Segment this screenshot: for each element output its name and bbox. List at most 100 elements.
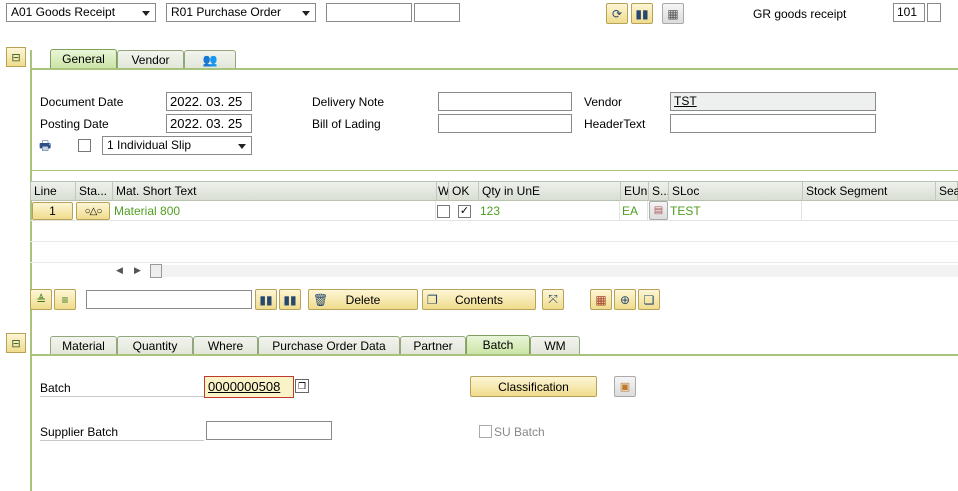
find-button[interactable]: ▮▮ (631, 3, 653, 24)
collapse-all-button[interactable]: ≡ (54, 289, 76, 310)
reference-dropdown[interactable]: R01 Purchase Order (166, 3, 316, 22)
column-header-line[interactable]: Line (31, 182, 76, 201)
document-date-input[interactable]: 2022. 03. 25 (166, 92, 252, 111)
delivery-note-input[interactable] (438, 92, 572, 111)
classification-button[interactable]: Classification (470, 376, 597, 397)
column-header-unit[interactable]: EUn (621, 182, 649, 201)
action-dropdown[interactable]: A01 Goods Receipt (6, 3, 156, 22)
add-item-button[interactable]: ⊕ (614, 289, 636, 310)
print-checkbox[interactable] (78, 139, 91, 152)
scrollbar-thumb[interactable] (150, 264, 162, 278)
execute-button[interactable]: ⟳ (606, 3, 628, 24)
warehouse-icon: ▦ (595, 292, 607, 307)
slip-dropdown[interactable]: 1 Individual Slip (102, 136, 252, 155)
column-header-w[interactable]: W (437, 182, 449, 201)
bill-of-lading-input[interactable] (438, 114, 572, 133)
action-value: A01 Goods Receipt (11, 5, 116, 19)
expand-detail-button[interactable]: ⊟ (6, 333, 26, 353)
header-text-input[interactable] (670, 114, 876, 133)
detail-tab-underline (30, 354, 958, 356)
supplier-batch-input[interactable] (206, 421, 332, 440)
column-header-material-text[interactable]: Mat. Short Text (113, 182, 437, 201)
tab-vendor[interactable]: Vendor (117, 50, 184, 69)
contents-label: Contents (454, 292, 504, 307)
reference-value: R01 Purchase Order (171, 5, 282, 19)
sloc-cell[interactable]: TEST (668, 201, 802, 221)
find-next-button[interactable]: ▮▮ (279, 289, 301, 310)
printer-icon[interactable]: 🖶 (39, 137, 57, 153)
column-header-status[interactable]: Sta... (76, 182, 113, 201)
table-row (30, 221, 958, 242)
posting-date-input[interactable]: 2022. 03. 25 (166, 114, 252, 133)
item-search-input[interactable] (86, 290, 252, 309)
scroll-left-icon[interactable]: ◀ (116, 265, 123, 276)
supplier-batch-label-underline (40, 440, 204, 441)
tab-wm[interactable]: WM (530, 336, 580, 355)
traffic-light-icon: ○△○ (84, 205, 103, 217)
su-batch-checkbox[interactable] (479, 425, 492, 438)
header-panel-bottom (30, 170, 958, 171)
reference-item-input[interactable] (414, 3, 460, 22)
movement-type-extra-input[interactable] (927, 3, 941, 22)
column-header-ok[interactable]: OK (449, 182, 479, 201)
expand-icon: ≜ (35, 292, 47, 307)
expand-all-button[interactable]: ≜ (30, 289, 52, 310)
batch-details-button[interactable]: ▣ (614, 376, 636, 397)
scroll-right-icon[interactable]: ▶ (134, 265, 141, 276)
collapse-all-icon: ≡ (61, 292, 69, 307)
batch-input[interactable]: 0000000508 (204, 376, 294, 398)
column-header-sloc[interactable]: SLoc (669, 182, 803, 201)
batch-label-underline (40, 396, 204, 397)
slip-value: 1 Individual Slip (107, 138, 192, 152)
chevron-down-icon (142, 11, 150, 16)
delete-button[interactable]: 🗑 Delete (308, 289, 418, 310)
collapse-icon: ⊟ (11, 51, 21, 64)
header-tab-underline (30, 68, 958, 70)
contents-button[interactable]: ❐ Contents (422, 289, 536, 310)
tab-general[interactable]: General (50, 49, 117, 69)
stock-overview-button[interactable]: ▦ (590, 289, 612, 310)
column-header-stock-segment[interactable]: Stock Segment (803, 182, 936, 201)
column-header-sea[interactable]: Sea (936, 182, 958, 201)
binoculars-icon: ▮▮ (635, 6, 649, 21)
table-icon: ▦ (667, 6, 679, 21)
expand-header-button[interactable]: ⊟ (6, 47, 26, 67)
tab-batch[interactable]: Batch (466, 335, 530, 355)
tab-quantity[interactable]: Quantity (117, 336, 193, 355)
line-number-button[interactable]: 1 (32, 202, 73, 220)
movement-type-input[interactable]: 101 (893, 3, 925, 22)
w-checkbox[interactable] (437, 205, 450, 218)
column-header-qty[interactable]: Qty in UnE (479, 182, 621, 201)
table-row[interactable]: 1 ○△○ Material 800 ✓ 123 EA ▤ TEST (30, 201, 958, 221)
qty-cell[interactable]: 123 (478, 201, 620, 221)
document-icon: ❐ (427, 292, 438, 307)
trash-icon: 🗑 (313, 292, 329, 307)
tab-partner-icon[interactable]: 👥 (184, 50, 236, 69)
bill-of-lading-label: Bill of Lading (312, 117, 381, 131)
document-date-label: Document Date (40, 95, 124, 109)
vendor-field[interactable]: TST (670, 92, 876, 111)
fullscreen-icon: ⤧ (548, 292, 558, 306)
find-item-button[interactable]: ▮▮ (255, 289, 277, 310)
copy-item-button[interactable]: ❏ (638, 289, 660, 310)
copy-icon[interactable]: ❐ (295, 379, 309, 393)
ok-checkbox[interactable]: ✓ (458, 205, 471, 218)
column-header-s[interactable]: S... (649, 182, 669, 201)
items-table-header: Line Sta... Mat. Short Text W OK Qty in … (30, 181, 958, 201)
chevron-down-icon (302, 11, 310, 16)
fullscreen-button[interactable]: ⤧ (542, 289, 564, 310)
binoculars-next-icon: ▮▮ (283, 292, 297, 307)
tab-partner[interactable]: Partner (400, 336, 466, 355)
tab-purchase-order-data[interactable]: Purchase Order Data (258, 336, 400, 355)
reference-number-input[interactable] (326, 3, 412, 22)
tab-material[interactable]: Material (50, 336, 117, 355)
vendor-label: Vendor (584, 95, 623, 109)
stock-type-button[interactable]: ▤ (649, 201, 668, 220)
status-traffic-light[interactable]: ○△○ (76, 202, 110, 220)
scrollbar-track[interactable] (162, 265, 958, 277)
unit-cell: EA (620, 201, 648, 221)
table-row (30, 242, 958, 263)
calculator-button[interactable]: ▦ (662, 3, 684, 24)
posting-date-label: Posting Date (40, 117, 109, 131)
tab-where[interactable]: Where (193, 336, 258, 355)
